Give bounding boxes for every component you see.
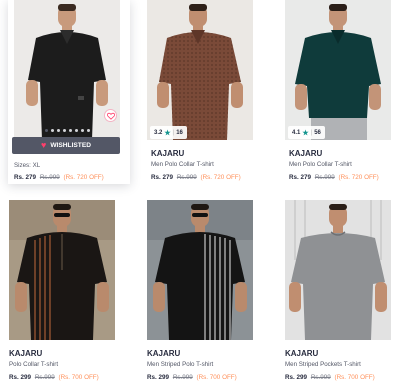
- mrp: Rs.999: [172, 374, 193, 381]
- price: Rs. 279: [14, 174, 37, 181]
- discount: (Rs. 720 OFF): [200, 174, 241, 181]
- star-icon: ★: [164, 129, 171, 137]
- price-row: Rs. 279 Rs.999 (Rs. 720 OFF): [14, 174, 104, 181]
- product-card[interactable]: KAJARU Polo Collar T-shirt Rs. 299 Rs.99…: [3, 200, 125, 386]
- mrp: Rs.999: [314, 174, 335, 181]
- sizes-label: Sizes:: [14, 162, 31, 169]
- rating-count: 16: [176, 129, 183, 136]
- carousel-dot[interactable]: [68, 129, 72, 132]
- product-image[interactable]: [9, 200, 115, 340]
- discount: (Rs. 720 OFF): [338, 174, 379, 181]
- rating-count: 56: [314, 129, 321, 136]
- product-title[interactable]: Men Polo Collar T-shirt: [289, 161, 352, 168]
- rating-badge: 4.1 ★ | 56: [288, 126, 325, 139]
- price: Rs. 299: [9, 374, 32, 381]
- sizes-value: XL: [32, 162, 41, 169]
- product-image[interactable]: [147, 0, 253, 140]
- price-row: Rs. 299 Rs.999 (Rs. 700 OFF): [285, 374, 375, 381]
- brand-name[interactable]: KAJARU: [151, 149, 184, 158]
- price: Rs. 299: [147, 374, 170, 381]
- price-row: Rs. 279 Rs.999 (Rs. 720 OFF): [151, 174, 241, 181]
- carousel-dot[interactable]: [80, 129, 84, 132]
- discount: (Rs. 720 OFF): [63, 174, 104, 181]
- mrp: Rs.999: [34, 374, 55, 381]
- image-carousel-dots[interactable]: [8, 129, 126, 132]
- product-title[interactable]: Men Striped Pockets T-shirt: [285, 361, 361, 368]
- brand-name[interactable]: KAJARU: [285, 349, 318, 358]
- brand-name[interactable]: KAJARU: [289, 149, 322, 158]
- star-icon: ★: [302, 129, 309, 137]
- heart-icon: ♥: [40, 140, 47, 150]
- product-card[interactable]: KAJARU Men Striped Polo T-shirt Rs. 299 …: [141, 200, 263, 386]
- carousel-dot[interactable]: [86, 129, 90, 132]
- price-row: Rs. 279 Rs.999 (Rs. 720 OFF): [289, 174, 379, 181]
- price: Rs. 279: [289, 174, 312, 181]
- wishlist-label: WISHLISTED: [50, 142, 91, 149]
- mrp: Rs.999: [310, 374, 331, 381]
- discount: (Rs. 700 OFF): [196, 374, 237, 381]
- brand-name[interactable]: KAJARU: [147, 349, 180, 358]
- price-row: Rs. 299 Rs.999 (Rs. 700 OFF): [147, 374, 237, 381]
- product-card[interactable]: 3.2 ★ | 16 KAJARU Men Polo Collar T-shir…: [140, 0, 262, 184]
- price-row: Rs. 299 Rs.999 (Rs. 700 OFF): [9, 374, 99, 381]
- product-card[interactable]: ♥ WISHLISTED Sizes: XL Rs. 279 Rs.999 (R…: [8, 0, 130, 184]
- discount: (Rs. 700 OFF): [334, 374, 375, 381]
- product-card[interactable]: KAJARU Men Striped Pockets T-shirt Rs. 2…: [279, 200, 400, 386]
- wishlisted-button[interactable]: ♥ WISHLISTED: [12, 137, 120, 154]
- price: Rs. 279: [151, 174, 174, 181]
- product-card[interactable]: 4.1 ★ | 56 KAJARU Men Polo Collar T-shir…: [279, 0, 400, 184]
- sizes-info: Sizes: XL: [14, 162, 40, 169]
- product-title[interactable]: Men Polo Collar T-shirt: [151, 161, 214, 168]
- rating-badge: 3.2 ★ | 16: [150, 126, 187, 139]
- carousel-dot[interactable]: [56, 129, 60, 132]
- rating-value: 4.1: [292, 129, 301, 136]
- carousel-dot[interactable]: [50, 129, 54, 132]
- product-image[interactable]: [285, 0, 391, 140]
- carousel-dot[interactable]: [62, 129, 66, 132]
- product-image[interactable]: [285, 200, 391, 340]
- carousel-dot[interactable]: [74, 129, 78, 132]
- wishlist-heart-icon[interactable]: [104, 109, 117, 122]
- product-image[interactable]: [147, 200, 253, 340]
- product-title[interactable]: Polo Collar T-shirt: [9, 361, 58, 368]
- mrp: Rs.999: [39, 174, 60, 181]
- price: Rs. 299: [285, 374, 308, 381]
- rating-value: 3.2: [154, 129, 163, 136]
- carousel-dot[interactable]: [44, 129, 48, 132]
- brand-name[interactable]: KAJARU: [9, 349, 42, 358]
- product-title[interactable]: Men Striped Polo T-shirt: [147, 361, 213, 368]
- discount: (Rs. 700 OFF): [58, 374, 99, 381]
- mrp: Rs.999: [176, 174, 197, 181]
